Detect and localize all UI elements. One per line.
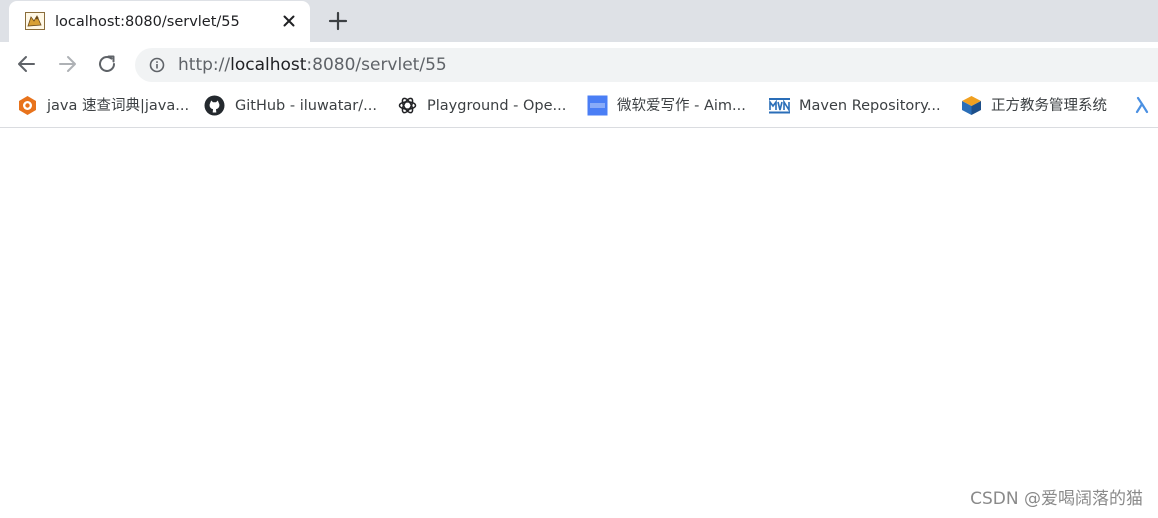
aim-icon (587, 95, 608, 116)
bookmark-label: 微软爱写作 - Aim... (617, 98, 746, 114)
new-tab-plus-icon[interactable] (327, 10, 349, 32)
bookmark-label: Maven Repository... (799, 98, 941, 114)
maven-icon (769, 98, 790, 114)
navigation-toolbar: http://localhost:8080/servlet/55 (0, 42, 1158, 86)
bookmark-label: Playground - Ope... (427, 98, 567, 114)
github-icon (204, 95, 225, 116)
bookmarks-bar: java 速查词典|java... GitHub - iluwatar/... … (0, 86, 1158, 128)
java-dictionary-icon (19, 96, 36, 115)
url-scheme: http:// (178, 55, 231, 75)
bookmark-label: java 速查词典|java... (47, 98, 190, 114)
bookmark-overflow[interactable] (1133, 95, 1155, 117)
active-tab[interactable]: localhost:8080/servlet/55 (9, 1, 310, 42)
tab-title: localhost:8080/servlet/55 (55, 14, 240, 30)
partial-bookmark-icon (1135, 96, 1149, 114)
url-host: localhost (230, 55, 307, 75)
url-text[interactable]: http://localhost:8080/servlet/55 (178, 54, 447, 76)
bookmark-label: 正方教务管理系统 (991, 98, 1107, 114)
forward-arrow-icon[interactable] (55, 52, 79, 76)
url-path: :8080/servlet/55 (306, 55, 447, 75)
page-content: CSDN @爱喝阔落的猫 (0, 129, 1158, 518)
site-info-icon[interactable] (149, 57, 165, 73)
bookmark-label: GitHub - iluwatar/... (235, 98, 377, 114)
tab-strip: localhost:8080/servlet/55 (0, 0, 1158, 42)
csdn-watermark: CSDN @爱喝阔落的猫 (970, 489, 1143, 509)
back-arrow-icon[interactable] (15, 52, 39, 76)
tomcat-icon (25, 12, 45, 30)
browser-window: localhost:8080/servlet/55 http://localho… (0, 0, 1158, 518)
openai-icon (398, 97, 417, 114)
address-bar[interactable]: http://localhost:8080/servlet/55 (135, 48, 1158, 82)
close-icon[interactable] (281, 13, 297, 29)
reload-icon[interactable] (95, 52, 119, 76)
zhengfang-icon (962, 96, 981, 115)
